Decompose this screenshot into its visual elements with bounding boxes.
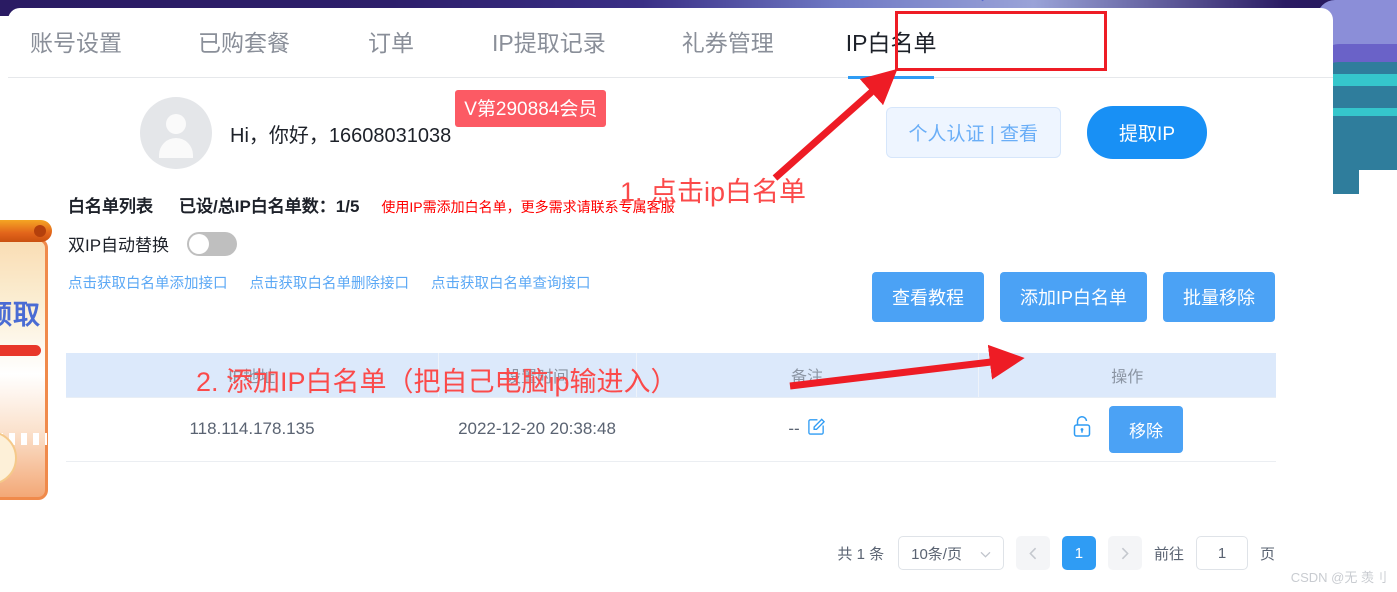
- whitelist-delete-api-link[interactable]: 点击获取白名单删除接口: [250, 272, 410, 293]
- tab-account-settings[interactable]: 账号设置: [30, 8, 122, 78]
- user-greeting: Hi，你好，16608031038: [230, 124, 452, 147]
- whitelist-query-api-link[interactable]: 点击获取白名单查询接口: [431, 272, 591, 293]
- tab-coupon-management[interactable]: 礼券管理: [682, 8, 774, 78]
- table-header-row: IP地址 设置时间 备注 操作: [66, 353, 1276, 398]
- user-info-bar: Hi，你好，16608031038 V第290884会员 个人认证 | 查看 提…: [8, 78, 1333, 188]
- whitelist-section: 白名单列表 已设/总IP白名单数：1/5 使用IP需添加白名单，更多需求请联系专…: [8, 188, 1333, 322]
- pagination-page-1[interactable]: 1: [1061, 536, 1096, 570]
- page-size-select[interactable]: 10条/页: [898, 536, 1004, 570]
- tab-purchased-packages[interactable]: 已购套餐: [198, 8, 290, 78]
- tab-orders[interactable]: 订单: [368, 8, 414, 78]
- column-header-time: 设置时间: [438, 353, 637, 398]
- chevron-down-icon: [980, 545, 991, 562]
- extract-ip-button[interactable]: 提取IP: [1087, 106, 1207, 159]
- dual-ip-auto-replace-row: 双IP自动替换: [66, 231, 1275, 256]
- column-header-note: 备注: [636, 353, 979, 398]
- column-header-operation: 操作: [978, 353, 1276, 398]
- pagination-next-button[interactable]: [1107, 536, 1142, 570]
- nav-tab-bar: 账号设置 已购套餐 订单 IP提取记录 礼券管理 IP白名单: [8, 8, 1333, 79]
- tab-ip-extraction-records[interactable]: IP提取记录: [492, 8, 606, 78]
- whitelist-hint-text: 使用IP需添加白名单，更多需求请联系专属客服: [381, 199, 675, 215]
- jump-prefix-label: 前往: [1153, 545, 1184, 563]
- unlock-icon[interactable]: [1071, 415, 1093, 444]
- ip-whitelist-table: IP地址 设置时间 备注 操作 118.114.178.135 2022-12-…: [66, 353, 1276, 462]
- column-header-ip: IP地址: [66, 353, 439, 398]
- promo-red-bar: [0, 345, 41, 356]
- cell-ip-address: 118.114.178.135: [66, 397, 438, 462]
- whitelist-action-buttons: 查看教程 添加IP白名单 批量移除: [871, 272, 1275, 322]
- whitelist-header-row: 白名单列表 已设/总IP白名单数：1/5 使用IP需添加白名单，更多需求请联系专…: [66, 188, 1275, 217]
- table-row: 118.114.178.135 2022-12-20 20:38:48 -- 移…: [66, 397, 1276, 462]
- csdn-watermark: CSDN @无 羡刂: [1290, 570, 1387, 585]
- vip-status-badge: V第290884会员: [455, 89, 607, 127]
- promo-scroll-widget[interactable]: 领取: [0, 212, 52, 508]
- pagination-total-label: 共 1 条: [837, 545, 885, 563]
- cell-note: --: [636, 397, 978, 462]
- cell-operation: 移除: [978, 397, 1276, 462]
- dual-ip-auto-replace-toggle[interactable]: [187, 231, 238, 256]
- tab-ip-whitelist[interactable]: IP白名单: [846, 8, 936, 79]
- promo-scroll-body: 领取: [0, 238, 48, 500]
- promo-claim-label: 领取: [0, 300, 41, 330]
- whitelist-count-label: 已设/总IP白名单数：1/5: [179, 197, 360, 216]
- pagination-bar: 共 1 条 10条/页 1 前往 页: [837, 536, 1275, 570]
- user-avatar-icon: [140, 97, 212, 169]
- view-tutorial-button[interactable]: 查看教程: [871, 272, 984, 322]
- add-ip-whitelist-button[interactable]: 添加IP白名单: [999, 272, 1147, 322]
- personal-verification-button[interactable]: 个人认证 | 查看: [885, 107, 1062, 158]
- promo-scroll-rod: [0, 220, 52, 242]
- note-value: --: [788, 419, 800, 438]
- main-content-card: 账号设置 已购套餐 订单 IP提取记录 礼券管理 IP白名单 Hi，你好，166…: [8, 8, 1333, 592]
- user-action-buttons: 个人认证 | 查看 提取IP: [885, 106, 1207, 159]
- dual-ip-toggle-label: 双IP自动替换: [68, 236, 170, 255]
- page-size-value: 10条/页: [911, 545, 962, 563]
- cell-set-time: 2022-12-20 20:38:48: [438, 397, 636, 462]
- jump-suffix-label: 页: [1259, 545, 1275, 563]
- pagination-prev-button[interactable]: [1015, 536, 1050, 570]
- page-jump-input[interactable]: [1195, 536, 1248, 570]
- edit-pencil-icon[interactable]: [807, 417, 826, 441]
- batch-remove-button[interactable]: 批量移除: [1163, 272, 1275, 322]
- remove-row-button[interactable]: 移除: [1109, 405, 1183, 453]
- whitelist-add-api-link[interactable]: 点击获取白名单添加接口: [68, 272, 228, 293]
- whitelist-title: 白名单列表: [68, 197, 153, 216]
